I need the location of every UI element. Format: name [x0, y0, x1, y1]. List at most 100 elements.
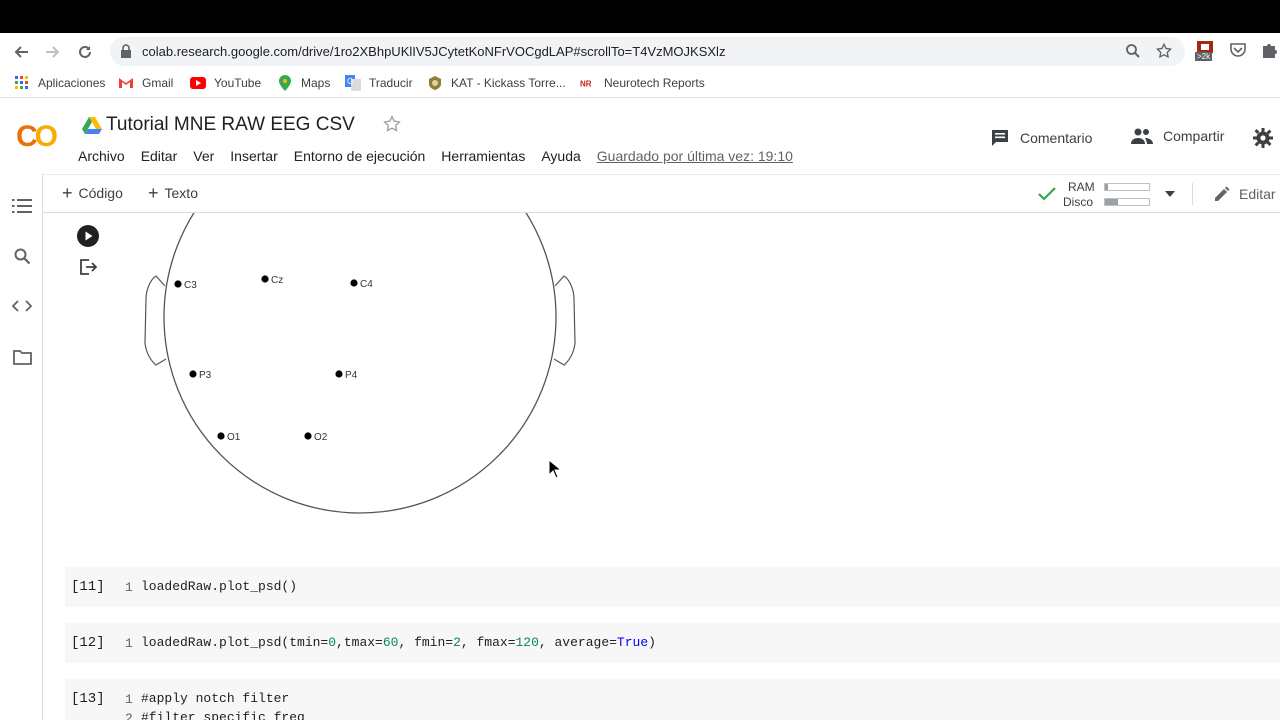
edit-label: Editar	[1239, 186, 1276, 202]
bookmark-youtube[interactable]: YouTube	[190, 75, 261, 91]
search-icon[interactable]	[14, 248, 31, 265]
bookmark-translate[interactable]: G Traducir	[345, 75, 413, 91]
electrode-label: C3	[184, 280, 197, 291]
puzzle-icon	[1263, 44, 1277, 58]
bookmark-neurotech[interactable]: NR Neurotech Reports	[580, 75, 705, 91]
menu-insertar[interactable]: Insertar	[230, 148, 277, 164]
head-outline	[163, 213, 557, 514]
menu-herramientas[interactable]: Herramientas	[441, 148, 525, 164]
back-button[interactable]	[10, 41, 32, 63]
checkmark-icon	[1038, 187, 1056, 201]
menu-entorno[interactable]: Entorno de ejecución	[294, 148, 426, 164]
bookmark-label: Traducir	[369, 76, 413, 90]
code-cell-12[interactable]: [12] 1 loadedRaw.plot_psd(tmin=0,tmax=60…	[65, 623, 1280, 663]
people-icon	[1131, 128, 1153, 144]
code-cell-11[interactable]: [11] 1 loadedRaw.plot_psd()	[65, 567, 1280, 607]
cell-code[interactable]: #apply notch filter	[141, 691, 289, 706]
back-arrow-icon	[14, 46, 28, 58]
bookmark-apps[interactable]: Aplicaciones	[14, 75, 105, 91]
menu-ver[interactable]: Ver	[193, 148, 214, 164]
plus-icon: +	[148, 183, 159, 203]
electrode-p4: P4	[335, 370, 358, 381]
youtube-icon	[190, 75, 206, 91]
pocket-button[interactable]	[1229, 41, 1247, 64]
output-actions-icon[interactable]	[79, 258, 97, 276]
reload-icon	[79, 45, 91, 58]
electrode-label: O2	[314, 432, 328, 443]
code-cell-13[interactable]: [13] 1 #apply notch filter 2 #filter spe…	[65, 679, 1280, 720]
share-button[interactable]: Compartir	[1131, 128, 1224, 144]
notebook-title[interactable]: Tutorial MNE RAW EEG CSV	[106, 114, 355, 136]
reload-button[interactable]	[74, 41, 96, 63]
bookmark-maps[interactable]: Maps	[277, 75, 330, 91]
menu-ayuda[interactable]: Ayuda	[541, 148, 580, 164]
settings-button[interactable]	[1253, 128, 1280, 148]
google-drive-icon[interactable]	[82, 116, 102, 134]
bookmark-gmail[interactable]: Gmail	[118, 75, 173, 91]
bookmark-kat[interactable]: KAT - Kickass Torre...	[427, 75, 566, 91]
zoom-icon[interactable]	[1125, 43, 1141, 59]
ram-bar	[1104, 183, 1150, 191]
electrode-label: C4	[360, 279, 373, 290]
line-number: 2	[125, 711, 133, 720]
extension-badge: >2k	[1195, 52, 1213, 61]
address-bar[interactable]: colab.research.google.com/drive/1ro2XBhp…	[110, 37, 1185, 66]
bookmark-star-icon[interactable]	[1155, 42, 1173, 60]
left-ear	[144, 275, 167, 366]
forward-button[interactable]	[42, 41, 64, 63]
right-ear	[553, 275, 576, 366]
browser-toolbar: colab.research.google.com/drive/1ro2XBhp…	[0, 33, 1280, 70]
colab-logo[interactable]: CO	[16, 120, 58, 154]
cell-execution-count: [12]	[71, 635, 105, 651]
line-number: 1	[125, 580, 133, 595]
electrode-label: P3	[199, 370, 212, 381]
cell-code[interactable]: loadedRaw.plot_psd()	[141, 579, 297, 594]
comment-icon	[992, 130, 1008, 146]
bookmark-label: KAT - Kickass Torre...	[451, 76, 566, 90]
puzzle-button[interactable]	[1260, 41, 1278, 64]
lock-icon	[121, 44, 131, 58]
notebook-toolbar: + Código + Texto RAM Disco Editar	[0, 174, 1280, 213]
disk-label: Disco	[1063, 195, 1094, 209]
electrode-p3: P3	[189, 370, 212, 381]
menu-editar[interactable]: Editar	[141, 148, 178, 164]
apps-grid-icon	[14, 75, 30, 91]
comment-button[interactable]: Comentario	[990, 128, 1092, 148]
run-cell-icon[interactable]	[77, 225, 99, 247]
add-code-label: Código	[78, 185, 123, 201]
edit-button[interactable]: Editar	[1213, 185, 1276, 203]
star-icon[interactable]	[382, 114, 402, 134]
colab-header: CO Tutorial MNE RAW EEG CSV Archivo Edit…	[0, 102, 1280, 174]
folder-icon[interactable]	[13, 350, 32, 365]
neurotech-icon: NR	[580, 75, 596, 91]
share-label: Compartir	[1163, 128, 1225, 144]
last-saved-link[interactable]: Guardado por última vez: 19:10	[597, 148, 793, 164]
pocket-icon	[1230, 43, 1246, 57]
cell-execution-count: [13]	[71, 691, 105, 707]
bookmark-label: Gmail	[142, 76, 174, 90]
cell-code-line2[interactable]: #filter specific freq	[141, 710, 305, 720]
electrode-label: P4	[345, 370, 358, 381]
bookmark-label: Aplicaciones	[38, 76, 106, 90]
code-snippets-icon[interactable]	[12, 300, 32, 312]
translate-icon: G	[345, 75, 361, 91]
resources-indicator[interactable]: RAM Disco	[1036, 180, 1186, 210]
cell-code[interactable]: loadedRaw.plot_psd(tmin=0,tmax=60, fmin=…	[141, 635, 656, 650]
svg-text:G: G	[347, 77, 353, 86]
electrode-c4: C4	[350, 279, 373, 290]
electrode-label: O1	[227, 432, 241, 443]
maps-icon	[277, 75, 293, 91]
ram-label: RAM	[1068, 180, 1095, 194]
add-code-button[interactable]: + Código	[62, 184, 123, 202]
table-of-contents-icon[interactable]	[12, 198, 32, 214]
cell-execution-count: [11]	[71, 579, 105, 595]
url-text: colab.research.google.com/drive/1ro2XBhp…	[142, 44, 726, 59]
electrode-c3: C3	[174, 280, 197, 291]
chevron-down-icon[interactable]	[1165, 191, 1175, 197]
gear-icon	[1253, 128, 1273, 148]
extension-button[interactable]: >2k	[1195, 39, 1215, 64]
menu-archivo[interactable]: Archivo	[78, 148, 125, 164]
electrode-o2: O2	[304, 432, 328, 443]
add-text-button[interactable]: + Texto	[148, 183, 198, 203]
electrode-topomap: C3 Cz C4 P3 P4 O1 O2	[144, 213, 576, 514]
